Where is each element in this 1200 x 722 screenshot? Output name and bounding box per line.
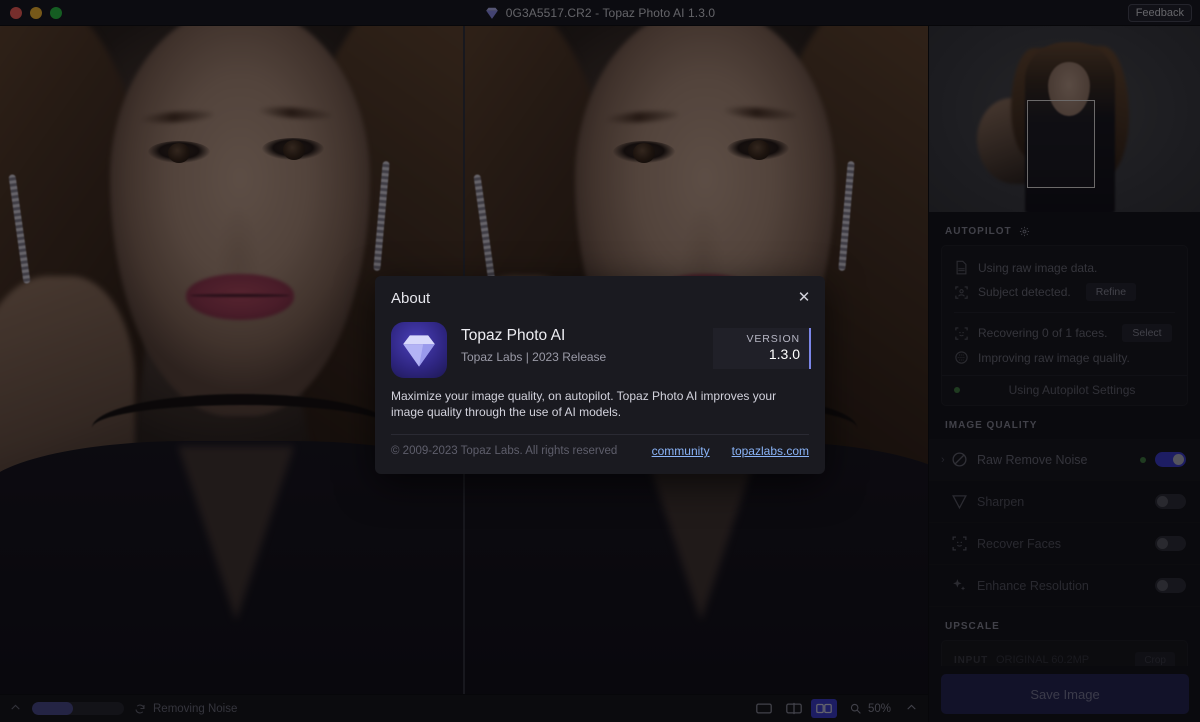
community-link[interactable]: community [652, 444, 710, 458]
about-app-row: Topaz Photo AI Topaz Labs | 2023 Release [391, 322, 606, 378]
about-app-name: Topaz Photo AI [461, 327, 566, 344]
close-icon[interactable]: ✕ [793, 286, 815, 308]
about-dialog-title: About [391, 290, 431, 307]
about-links[interactable]: community topazlabs.com [652, 444, 809, 458]
about-footer: © 2009-2023 Topaz Labs. All rights reser… [391, 444, 809, 458]
about-description: Maximize your image quality, on autopilo… [391, 389, 777, 419]
topazlabs-link[interactable]: topazlabs.com [732, 444, 809, 458]
copyright-text: © 2009-2023 Topaz Labs. All rights reser… [391, 445, 618, 457]
about-divider [391, 434, 809, 435]
version-number: 1.3.0 [768, 346, 800, 362]
gem-icon [391, 322, 447, 378]
about-app-subtitle: Topaz Labs | 2023 Release [461, 350, 607, 364]
version-label: VERSION [746, 333, 800, 345]
version-box: VERSION 1.3.0 [713, 328, 811, 369]
about-dialog: About ✕ Topaz Photo AI Topaz Labs | 2023… [375, 276, 825, 474]
